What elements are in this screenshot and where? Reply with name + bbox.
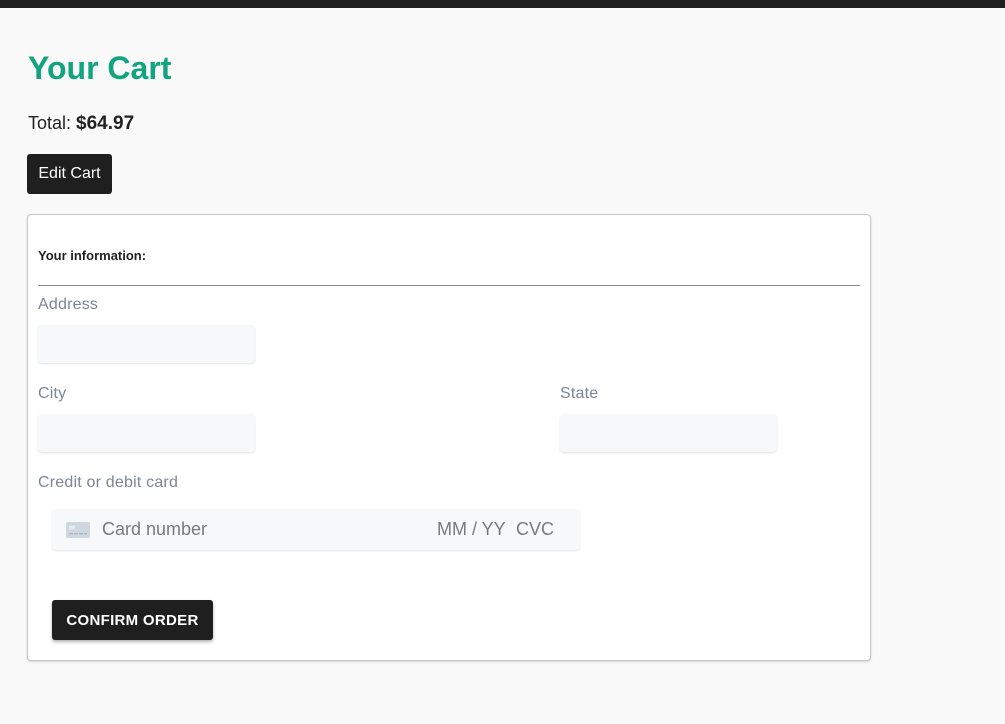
state-input[interactable]	[560, 414, 777, 452]
top-bar	[0, 0, 1005, 8]
address-label: Address	[38, 296, 99, 313]
checkout-form: Your information: Address City State Cre…	[27, 214, 871, 661]
section-divider	[38, 285, 860, 286]
credit-card-icon	[66, 522, 90, 538]
card-cvc-placeholder[interactable]: CVC	[516, 519, 554, 539]
confirm-order-button[interactable]: CONFIRM ORDER	[52, 600, 213, 640]
city-label: City	[38, 385, 67, 402]
card-expiry-placeholder[interactable]: MM / YY	[437, 519, 506, 539]
card-input[interactable]: Card number MM / YY CVC	[52, 509, 580, 550]
section-heading: Your information:	[38, 248, 147, 263]
total-amount: $64.97	[76, 113, 135, 134]
card-number-placeholder[interactable]: Card number	[102, 519, 207, 539]
page-title: Your Cart	[28, 50, 172, 86]
cart-total: Total: $64.97	[28, 111, 134, 136]
total-label: Total:	[28, 113, 72, 133]
edit-cart-button[interactable]: Edit Cart	[27, 154, 112, 194]
card-label: Credit or debit card	[38, 474, 179, 491]
state-label: State	[560, 385, 599, 402]
city-input[interactable]	[38, 414, 255, 452]
address-input[interactable]	[38, 325, 255, 363]
